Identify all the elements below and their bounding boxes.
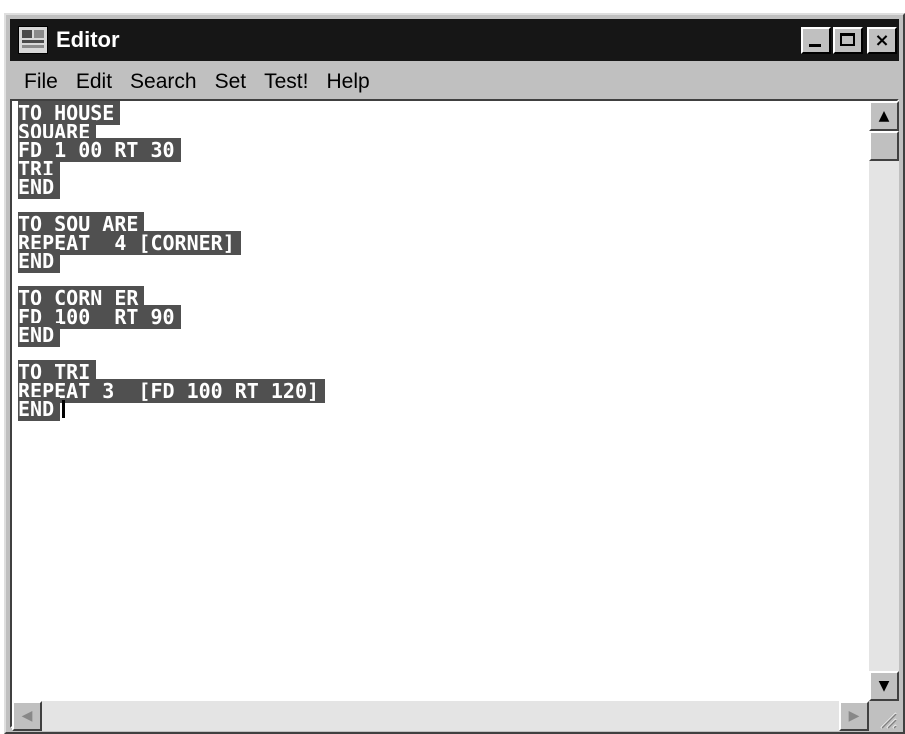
code-line: FD 100 RT 90 — [18, 304, 325, 329]
client-area: TO HOUSE SQUARE FD 1 00 RT 30 TRI END TO SQU … — [10, 99, 899, 731]
menu-test[interactable]: Test! — [254, 70, 308, 94]
close-icon: × — [874, 29, 890, 51]
code-line-text: END — [18, 397, 61, 421]
menu-search[interactable]: Search — [120, 70, 197, 94]
arrow-up-icon: ▲ — [878, 108, 890, 124]
editor-app-icon[interactable] — [18, 26, 48, 54]
editor-window: Editor × File Edit Search Set Test! Help… — [4, 13, 905, 734]
maximize-icon — [840, 33, 855, 46]
code-line: FD 1 00 RT 30 — [18, 138, 325, 162]
code-editor[interactable]: TO HOUSE SQUARE FD 1 00 RT 30 TRI END TO SQU … — [12, 101, 869, 701]
scroll-up-button[interactable]: ▲ — [869, 101, 899, 131]
code-line-text: REPEAT 3 [FD 100 RT 120] — [18, 378, 326, 403]
arrow-left-icon: ◀ — [21, 708, 33, 724]
menu-file[interactable]: File — [10, 70, 58, 94]
vertical-scroll-thumb[interactable] — [869, 131, 899, 161]
horizontal-scrollbar[interactable]: ◀ ▶ — [12, 701, 869, 731]
code-line: END — [18, 397, 325, 421]
arrow-right-icon: ▶ — [848, 708, 860, 724]
title-bar[interactable]: Editor × — [10, 19, 899, 61]
code-line-text: END — [18, 323, 61, 347]
arrow-down-icon: ▼ — [878, 678, 890, 694]
code-line: END — [18, 323, 325, 347]
menu-bar: File Edit Search Set Test! Help — [10, 65, 899, 99]
code-line-text: END — [18, 175, 61, 199]
size-grip[interactable] — [869, 701, 899, 731]
minimize-button[interactable] — [801, 27, 831, 54]
code-line-text: END — [18, 249, 61, 273]
scroll-right-button[interactable]: ▶ — [839, 701, 869, 731]
scroll-down-button[interactable]: ▼ — [869, 671, 899, 701]
window-title: Editor — [56, 27, 120, 52]
resize-grip-icon — [880, 712, 897, 729]
vertical-scrollbar[interactable]: ▲ ▼ — [869, 101, 899, 701]
code-line: TRI — [18, 156, 325, 181]
close-button[interactable]: × — [867, 27, 897, 54]
maximize-button[interactable] — [833, 27, 863, 54]
text-caret — [62, 400, 66, 418]
code-text[interactable]: TO HOUSE SQUARE FD 1 00 RT 30 TRI END TO SQU … — [18, 101, 326, 421]
scroll-left-button[interactable]: ◀ — [12, 701, 42, 731]
menu-set[interactable]: Set — [205, 70, 247, 94]
code-line: REPEAT 4 [CORNER] — [18, 230, 325, 255]
code-line: END — [18, 175, 325, 199]
menu-help[interactable]: Help — [316, 70, 369, 94]
code-line: END — [18, 249, 325, 273]
menu-edit[interactable]: Edit — [66, 70, 112, 94]
minimize-icon — [809, 44, 821, 47]
code-line: REPEAT 3 [FD 100 RT 120] — [18, 378, 326, 403]
